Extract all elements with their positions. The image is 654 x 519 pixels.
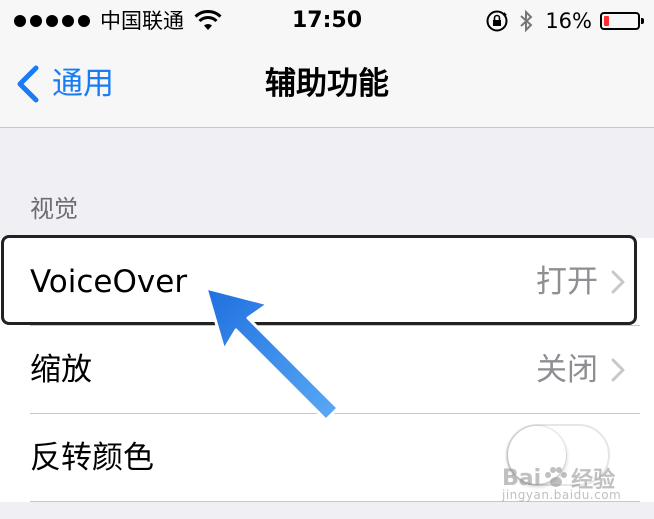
paw-icon — [545, 467, 568, 487]
rotation-lock-icon — [486, 10, 508, 32]
row-detail-value: 打开 — [536, 264, 598, 300]
row-title: 反转颜色 — [30, 440, 154, 476]
baidu-watermark: Bai 经验 jingyan.baidu.com — [502, 462, 621, 503]
navigation-bar: 通用 辅助功能 — [0, 42, 654, 128]
page-title: 辅助功能 — [265, 66, 389, 102]
watermark-url: jingyan.baidu.com — [502, 488, 622, 502]
row-detail-value: 关闭 — [536, 352, 598, 388]
section-header-vision: 视觉 — [30, 195, 78, 223]
row-title: VoiceOver — [30, 264, 188, 300]
battery-icon — [600, 12, 644, 30]
chevron-right-icon — [611, 270, 625, 294]
status-bar: 中国联通 17:50 16% — [0, 0, 654, 42]
status-right: 16% — [485, 7, 644, 35]
bluetooth-icon — [520, 9, 533, 33]
watermark-brand-left: Bai — [502, 465, 542, 491]
chevron-right-icon — [611, 358, 625, 382]
row-zoom[interactable]: 缩放 关闭 — [0, 326, 654, 414]
row-voiceover[interactable]: VoiceOver 打开 — [0, 238, 654, 326]
battery-percent: 16% — [545, 9, 592, 33]
row-title: 缩放 — [30, 352, 92, 388]
